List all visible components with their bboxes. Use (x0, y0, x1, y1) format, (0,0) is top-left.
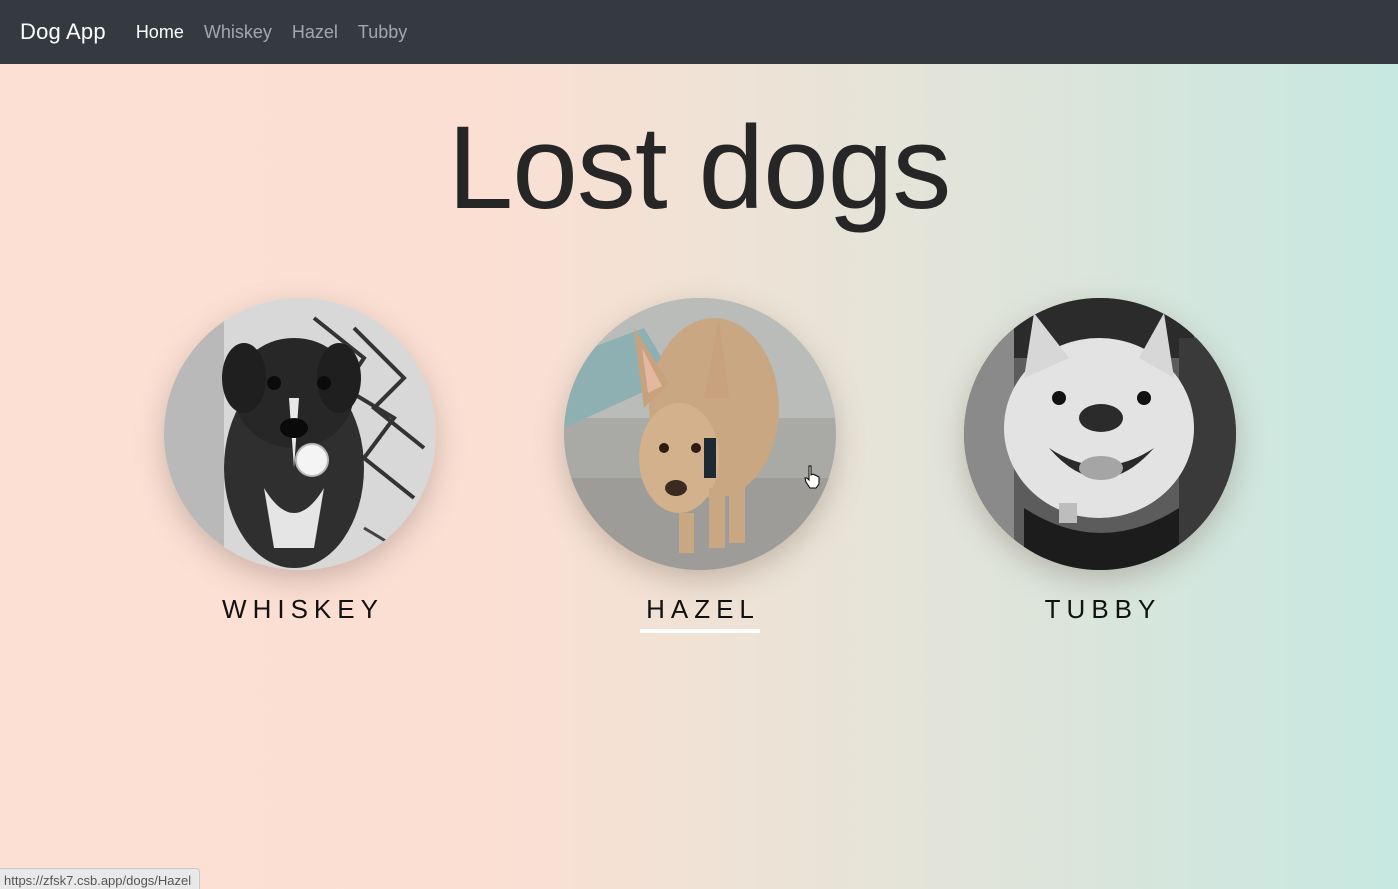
dog-card-hazel[interactable]: HAZEL (564, 298, 836, 633)
page-title: Lost dogs (447, 102, 952, 234)
dog-name-hazel[interactable]: HAZEL (640, 594, 760, 633)
dog-photo-hazel[interactable] (564, 298, 836, 570)
nav-link-hazel[interactable]: Hazel (292, 22, 338, 43)
dog-card-whiskey[interactable]: WHISKEY (164, 298, 436, 629)
navbar: Dog App Home Whiskey Hazel Tubby (0, 0, 1398, 64)
dog-card-tubby[interactable]: TUBBY (964, 298, 1236, 629)
brand-link[interactable]: Dog App (20, 19, 106, 45)
dog-name-tubby[interactable]: TUBBY (1039, 594, 1162, 629)
nav-link-home[interactable]: Home (136, 22, 184, 43)
nav-link-whiskey[interactable]: Whiskey (204, 22, 272, 43)
status-bar-url: https://zfsk7.csb.app/dogs/Hazel (0, 868, 201, 889)
dog-photo-tubby[interactable] (964, 298, 1236, 570)
hand-cursor-icon (804, 465, 820, 489)
dog-name-whiskey[interactable]: WHISKEY (216, 594, 384, 629)
dog-photo-whiskey[interactable] (164, 298, 436, 570)
nav-link-tubby[interactable]: Tubby (358, 22, 407, 43)
